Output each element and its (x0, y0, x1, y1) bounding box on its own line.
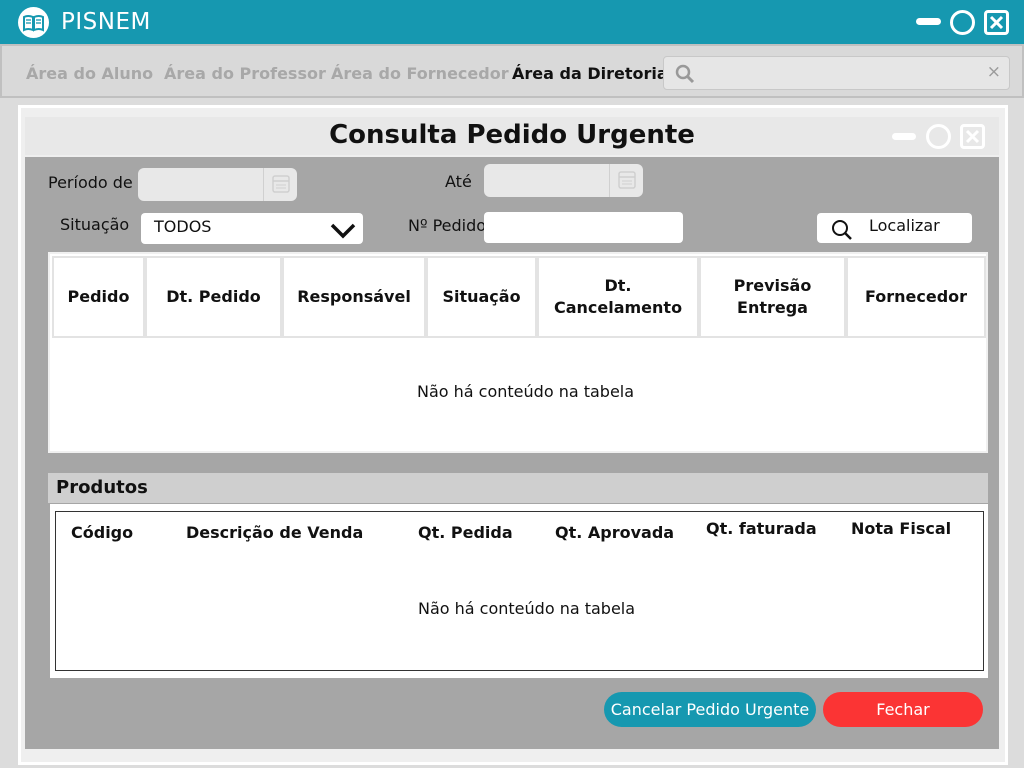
column-header-previsao-entrega[interactable]: Previsão Entrega (699, 256, 846, 338)
column-header-pedido[interactable]: Pedido (52, 256, 145, 338)
nav-item-aluno[interactable]: Área do Aluno (26, 64, 153, 83)
cancel-order-button[interactable]: Cancelar Pedido Urgente (604, 692, 816, 727)
search-input[interactable]: × (663, 56, 1010, 90)
pedido-label: Nº Pedido (408, 216, 487, 235)
minimize-icon[interactable] (916, 18, 941, 25)
column-header-qt-faturada[interactable]: Qt. faturada (706, 519, 817, 538)
column-header-codigo[interactable]: Código (71, 523, 133, 542)
column-header-qt-pedida[interactable]: Qt. Pedida (418, 523, 513, 542)
products-table: Código Descrição de Venda Qt. Pedida Qt.… (50, 504, 988, 678)
column-header-nota-fiscal[interactable]: Nota Fiscal (851, 519, 951, 538)
column-header-responsavel[interactable]: Responsável (282, 256, 426, 338)
situacao-select[interactable]: TODOS (141, 213, 363, 244)
search-icon (674, 63, 696, 85)
column-header-descricao[interactable]: Descrição de Venda (186, 523, 363, 542)
clear-search-icon[interactable]: × (987, 62, 1001, 82)
situacao-label: Situação (60, 215, 130, 234)
pedido-input[interactable] (484, 212, 683, 243)
dialog-titlebar: Consulta Pedido Urgente (25, 117, 999, 155)
column-header-fornecedor[interactable]: Fornecedor (846, 256, 986, 338)
situacao-value: TODOS (154, 217, 212, 236)
column-header-situacao[interactable]: Situação (426, 256, 537, 338)
nav-item-diretoria[interactable]: Área da Diretoria (512, 64, 668, 83)
periodo-end-field[interactable] (484, 164, 643, 197)
dialog-close-icon[interactable] (960, 124, 985, 149)
maximize-icon[interactable] (950, 10, 975, 35)
book-icon (18, 7, 49, 38)
column-header-dt-cancelamento[interactable]: Dt. Cancelamento (537, 256, 699, 338)
close-icon[interactable] (984, 10, 1009, 35)
app-title: PISNEM (61, 9, 151, 35)
produtos-header: Produtos (48, 473, 988, 503)
nav-item-fornecedor[interactable]: Área do Fornecedor (331, 64, 509, 83)
column-header-dt-pedido[interactable]: Dt. Pedido (145, 256, 282, 338)
search-icon (830, 218, 854, 242)
products-table-frame: Código Descrição de Venda Qt. Pedida Qt.… (55, 511, 984, 671)
ate-label: Até (445, 172, 472, 191)
app-titlebar: PISNEM (0, 0, 1024, 44)
localizar-label: Localizar (869, 216, 940, 235)
dialog-minimize-icon[interactable] (892, 133, 916, 140)
periodo-start-field[interactable] (138, 168, 297, 201)
products-empty-message: Não há conteúdo na tabela (418, 599, 636, 618)
column-header-qt-aprovada[interactable]: Qt. Aprovada (555, 523, 674, 542)
main-nav: Área do Aluno Área do Professor Área do … (0, 44, 1024, 98)
close-button[interactable]: Fechar (823, 692, 983, 727)
periodo-label: Período de (48, 173, 133, 192)
orders-empty-message: Não há conteúdo na tabela (417, 382, 635, 401)
dialog-title: Consulta Pedido Urgente (329, 120, 695, 150)
dialog-maximize-icon[interactable] (926, 124, 951, 149)
localizar-button[interactable]: Localizar (817, 213, 972, 243)
calendar-icon[interactable] (609, 164, 643, 197)
produtos-title: Produtos (56, 477, 148, 498)
chevron-down-icon (329, 220, 357, 240)
orders-table: Pedido Dt. Pedido Responsável Situação D… (48, 252, 988, 453)
calendar-icon[interactable] (263, 168, 297, 201)
nav-item-professor[interactable]: Área do Professor (164, 64, 326, 83)
